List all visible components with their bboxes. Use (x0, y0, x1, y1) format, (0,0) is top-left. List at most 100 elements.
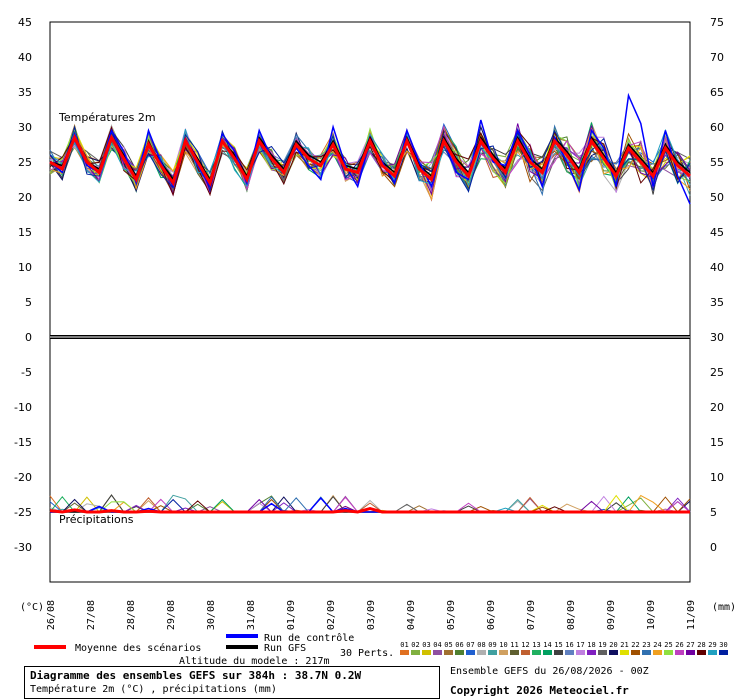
x-tick-label: 31/08 (246, 600, 257, 630)
x-tick-label: 02/09 (326, 600, 337, 630)
perturbation-number: 26 (675, 641, 683, 649)
perturbation-swatch (455, 650, 464, 655)
perturbation-swatch (477, 650, 486, 655)
perturbation-swatch (697, 650, 706, 655)
perturbation-swatch (719, 650, 728, 655)
x-tick-label: 07/09 (526, 600, 537, 630)
y-tick-right: 60 (710, 121, 724, 134)
perturbation-swatch (576, 650, 585, 655)
y-tick-right: 35 (710, 296, 724, 309)
perturbation-swatch (433, 650, 442, 655)
y-tick-left: -10 (14, 401, 32, 414)
perturbation-number: 11 (510, 641, 518, 649)
x-tick-label: 03/09 (366, 600, 377, 630)
perturbation-number: 16 (565, 641, 573, 649)
perturbation-swatch (587, 650, 596, 655)
perturbation-number: 09 (488, 641, 496, 649)
x-tick-label: 01/09 (286, 600, 297, 630)
x-tick-label: 29/08 (166, 600, 177, 630)
perturbation-swatch (543, 650, 552, 655)
legend-control-swatch (226, 634, 258, 638)
perturbation-swatch (400, 650, 409, 655)
chart-axes (49, 21, 691, 583)
perturbation-number: 21 (620, 641, 628, 649)
perturbation-swatch (675, 650, 684, 655)
perturbation-number: 13 (532, 641, 540, 649)
y-tick-right: 55 (710, 156, 724, 169)
y-tick-right: 40 (710, 261, 724, 274)
perturbation-swatch (532, 650, 541, 655)
perturbation-number: 07 (466, 641, 474, 649)
y-tick-left: -15 (14, 436, 32, 449)
perturbation-number: 24 (653, 641, 661, 649)
perturbation-number: 10 (499, 641, 507, 649)
perturbation-swatch (488, 650, 497, 655)
legend-gfs-swatch (226, 645, 258, 649)
perturbation-number: 22 (631, 641, 639, 649)
y-tick-right: 65 (710, 86, 724, 99)
y-tick-left: 0 (25, 331, 32, 344)
perturbation-swatch (411, 650, 420, 655)
y-tick-left: 40 (18, 51, 32, 64)
y-tick-left: 10 (18, 261, 32, 274)
perturbation-number: 05 (444, 641, 452, 649)
perturbation-swatch (422, 650, 431, 655)
footer-box: Diagramme des ensembles GEFS sur 384h : … (24, 666, 440, 699)
perturbation-number: 23 (642, 641, 650, 649)
perturbation-swatch (554, 650, 563, 655)
x-tick-label: 26/08 (46, 600, 57, 630)
y-tick-right: 30 (710, 331, 724, 344)
perturbation-swatch (631, 650, 640, 655)
footer-title: Diagramme des ensembles GEFS sur 384h : … (30, 669, 362, 682)
x-tick-label: 27/08 (86, 600, 97, 630)
perturbation-number: 15 (554, 641, 562, 649)
perturbation-number: 28 (697, 641, 705, 649)
perturbation-number: 18 (587, 641, 595, 649)
perturbation-number: 17 (576, 641, 584, 649)
perturbation-number: 25 (664, 641, 672, 649)
x-tick-label: 30/08 (206, 600, 217, 630)
plot-frame (49, 21, 691, 583)
y-tick-right: 75 (710, 16, 724, 29)
y-tick-left: 45 (18, 16, 32, 29)
y-tick-right: 25 (710, 366, 724, 379)
x-tick-label: 04/09 (406, 600, 417, 630)
x-tick-label: 28/08 (126, 600, 137, 630)
footer-subtitle: Température 2m (°C) , précipitations (mm… (30, 684, 277, 695)
perturbation-swatch (609, 650, 618, 655)
perturbation-swatch (686, 650, 695, 655)
perturbation-number: 06 (455, 641, 463, 649)
legend: Moyenne des scénarios Run de contrôle Ru… (34, 632, 728, 667)
perturbation-swatch (444, 650, 453, 655)
perturbation-number: 27 (686, 641, 694, 649)
y-tick-left: 25 (18, 156, 32, 169)
y-tick-left: -25 (14, 506, 32, 519)
perturbation-number: 04 (433, 641, 441, 649)
perturbation-legend: 01 02 03 04 05 06 07 08 09 10 11 12 13 14 15 16 17 18 19 20… (400, 641, 728, 655)
x-unit-left: (°C) (20, 602, 44, 613)
y-tick-right: 45 (710, 226, 724, 239)
y-tick-left: 35 (18, 86, 32, 99)
legend-mean-swatch (34, 645, 66, 649)
perturbation-number: 14 (543, 641, 551, 649)
perturbation-swatch (565, 650, 574, 655)
y-tick-right: 10 (710, 471, 724, 484)
perturbation-number: 02 (411, 641, 419, 649)
y-tick-left: -30 (14, 541, 32, 554)
perturbation-swatch (708, 650, 717, 655)
perturbation-number: 12 (521, 641, 529, 649)
y-tick-left: -5 (21, 366, 32, 379)
x-tick-label: 10/09 (646, 600, 657, 630)
x-tick-label: 08/09 (566, 600, 577, 630)
perturbation-swatch (620, 650, 629, 655)
y-tick-left: 30 (18, 121, 32, 134)
perturbation-swatch (466, 650, 475, 655)
perturbation-swatch (642, 650, 651, 655)
perturbation-number: 03 (422, 641, 430, 649)
y-tick-right: 70 (710, 51, 724, 64)
y-tick-left: -20 (14, 471, 32, 484)
x-tick-label: 05/09 (446, 600, 457, 630)
x-tick-label: 09/09 (606, 600, 617, 630)
legend-mean-label: Moyenne des scénarios (75, 642, 201, 654)
perturbation-number: 19 (598, 641, 606, 649)
